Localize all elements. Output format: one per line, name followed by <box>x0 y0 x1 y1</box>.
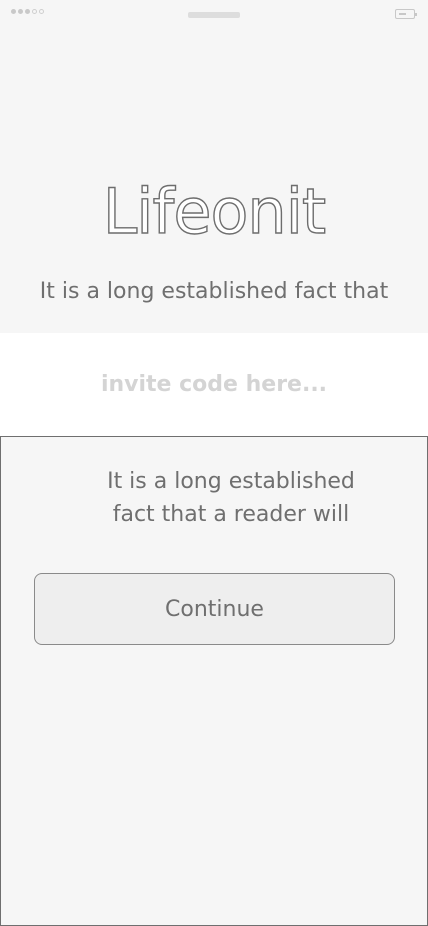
invite-code-section <box>0 333 428 436</box>
bottom-sheet: It is a long established fact that a rea… <box>0 436 428 926</box>
signal-strength-icon <box>11 9 44 14</box>
signal-dot-icon <box>39 9 44 14</box>
continue-button[interactable]: Continue <box>34 573 395 645</box>
battery-icon <box>395 9 417 19</box>
speaker-notch <box>188 12 240 18</box>
status-bar <box>0 0 428 26</box>
app-tagline: It is a long established fact that <box>39 279 389 304</box>
signal-dot-icon <box>32 9 37 14</box>
invite-code-input[interactable] <box>0 367 428 401</box>
signal-dot-icon <box>18 9 23 14</box>
signal-dot-icon <box>11 9 16 14</box>
app-logo: Lifeonit <box>102 174 327 248</box>
signal-dot-icon <box>25 9 30 14</box>
sheet-message: It is a long established fact that a rea… <box>107 469 355 527</box>
invite-screen: Lifeonit It is a long established fact t… <box>0 0 428 926</box>
